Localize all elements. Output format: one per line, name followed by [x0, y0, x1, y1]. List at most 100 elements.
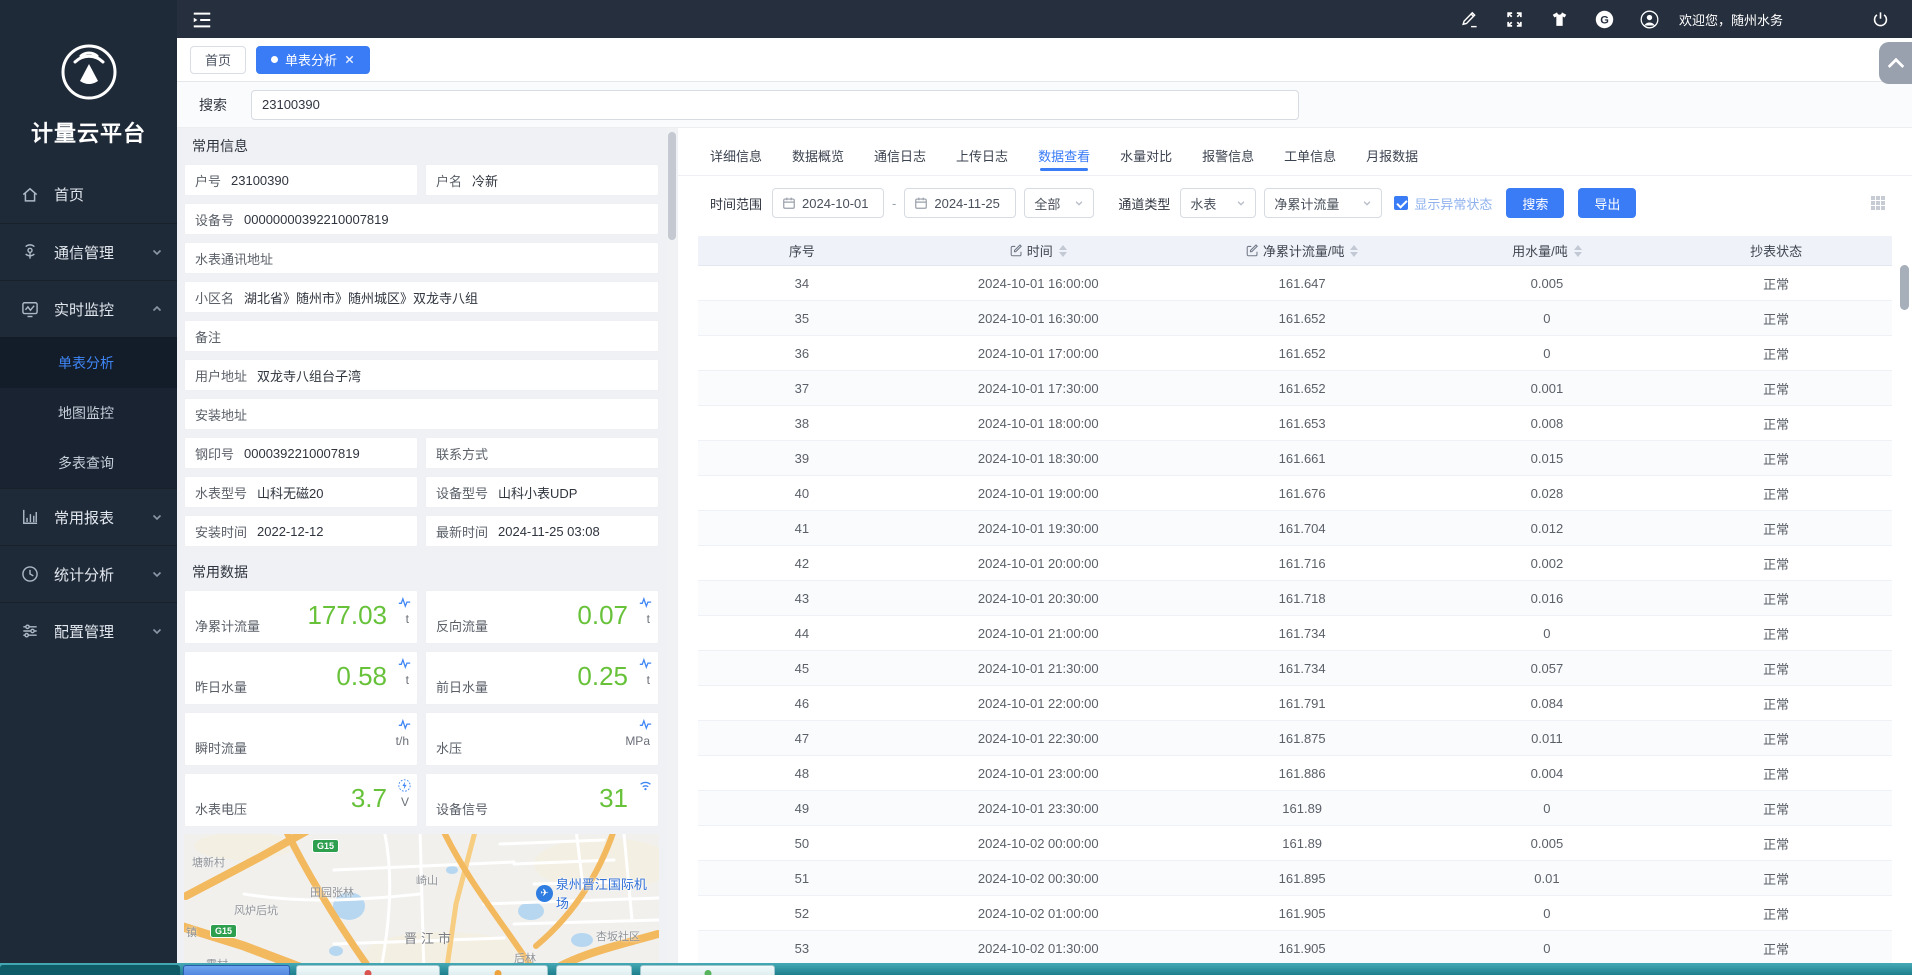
- table-row[interactable]: 502024-10-02 00:00:00161.890.005正常: [698, 826, 1892, 861]
- metric-card: t/h瞬时流量: [184, 712, 418, 766]
- table-cell: 2024-10-01 18:00:00: [906, 416, 1171, 431]
- lightning-icon: [398, 779, 411, 792]
- collapse-menu-icon[interactable]: [191, 9, 213, 29]
- search-button[interactable]: 搜索: [1506, 188, 1564, 218]
- table-row[interactable]: 442024-10-01 21:00:00161.7340正常: [698, 616, 1892, 651]
- search-input[interactable]: [251, 90, 1299, 120]
- table-row[interactable]: 402024-10-01 19:00:00161.6760.028正常: [698, 476, 1892, 511]
- table-row[interactable]: 382024-10-01 18:00:00161.6530.008正常: [698, 406, 1892, 441]
- clock-icon: [20, 564, 40, 584]
- sort-carets-icon[interactable]: [1574, 245, 1582, 257]
- avatar[interactable]: [1640, 10, 1659, 29]
- date-to-input[interactable]: 2024-11-25: [904, 188, 1016, 218]
- detail-tab-6[interactable]: 报警信息: [1202, 146, 1254, 175]
- table-row[interactable]: 472024-10-01 22:30:00161.8750.011正常: [698, 721, 1892, 756]
- detail-tab-3[interactable]: 上传日志: [956, 146, 1008, 175]
- table-row[interactable]: 372024-10-01 17:30:00161.6520.001正常: [698, 371, 1892, 406]
- sidebar-item-comm-mgmt[interactable]: 通信管理: [0, 223, 177, 280]
- detail-tab-4[interactable]: 数据查看: [1038, 146, 1090, 175]
- table-cell: 0: [1433, 906, 1660, 921]
- column-label: 净累计流量/吨: [1263, 241, 1345, 260]
- fullscreen-icon[interactable]: [1505, 10, 1524, 29]
- table-column-header[interactable]: 净累计流量/吨: [1171, 241, 1434, 260]
- granularity-select[interactable]: 全部: [1024, 188, 1094, 218]
- field-label: 安装时间: [195, 522, 247, 541]
- location-map[interactable]: 塘新村田园张林崎山风炉后坑晋江市后林杏坂社区霞村镇G15G15✈泉州晋江国际机场: [184, 834, 659, 963]
- table-row[interactable]: 362024-10-01 17:00:00161.6520正常: [698, 336, 1892, 371]
- taskbar-window-button[interactable]: [640, 965, 775, 975]
- scroll-top-button[interactable]: [1879, 42, 1912, 84]
- sort-carets-icon[interactable]: [1059, 245, 1067, 257]
- sidebar-item-realtime-monitor[interactable]: 实时监控: [0, 280, 177, 337]
- sidebar-subitem-map-monitor[interactable]: 地图监控: [0, 388, 177, 438]
- sidebar-item-statistics[interactable]: 统计分析: [0, 545, 177, 602]
- table-row[interactable]: 392024-10-01 18:30:00161.6610.015正常: [698, 441, 1892, 476]
- meter-info-panel: 常用信息 户号23100390户名冷新设备号000000003922100078…: [177, 128, 666, 963]
- taskbar-window-button[interactable]: [296, 965, 440, 975]
- sidebar-item-config[interactable]: 配置管理: [0, 602, 177, 659]
- date-from-input[interactable]: 2024-10-01: [772, 188, 884, 218]
- sidebar-subitem-single-meter-analysis[interactable]: 单表分析: [0, 338, 177, 388]
- table-cell: 48: [698, 766, 906, 781]
- google-icon[interactable]: G: [1595, 10, 1614, 29]
- metric-card: 3.7V水表电压: [184, 773, 418, 827]
- channel-select[interactable]: 水表: [1180, 188, 1256, 218]
- taskbar-window-button[interactable]: [183, 965, 290, 975]
- close-icon[interactable]: [344, 54, 355, 65]
- show-abnormal-checkbox[interactable]: 显示异常状态: [1394, 194, 1492, 213]
- table-row[interactable]: 512024-10-02 00:30:00161.8950.01正常: [698, 861, 1892, 896]
- table-column-header[interactable]: 时间: [906, 241, 1171, 260]
- table-row[interactable]: 532024-10-02 01:30:00161.9050正常: [698, 931, 1892, 966]
- open-tab-single-meter-analysis[interactable]: 单表分析: [256, 46, 370, 74]
- table-cell: 44: [698, 626, 906, 641]
- taskbar-window-button[interactable]: [556, 965, 632, 975]
- table-row[interactable]: 452024-10-01 21:30:00161.7340.057正常: [698, 651, 1892, 686]
- table-row[interactable]: 342024-10-01 16:00:00161.6470.005正常: [698, 266, 1892, 301]
- field-label: 户号: [195, 171, 221, 190]
- table-row[interactable]: 522024-10-02 01:00:00161.9050正常: [698, 896, 1892, 931]
- detail-tab-7[interactable]: 工单信息: [1284, 146, 1336, 175]
- table-cell: 正常: [1660, 624, 1892, 643]
- table-row[interactable]: 352024-10-01 16:30:00161.6520正常: [698, 301, 1892, 336]
- logout-power-icon[interactable]: [1871, 10, 1890, 29]
- table-row[interactable]: 432024-10-01 20:30:00161.7180.016正常: [698, 581, 1892, 616]
- table-row[interactable]: 422024-10-01 20:00:00161.7160.002正常: [698, 546, 1892, 581]
- channel-value: 水表: [1190, 194, 1216, 213]
- table-row[interactable]: 482024-10-01 23:00:00161.8860.004正常: [698, 756, 1892, 791]
- detail-tab-2[interactable]: 通信日志: [874, 146, 926, 175]
- metric-label: 水压: [436, 738, 462, 757]
- field-value: 00000000392210007819: [244, 212, 389, 227]
- open-tab-home[interactable]: 首页: [190, 46, 246, 74]
- sidebar-item-home[interactable]: 首页: [0, 166, 177, 223]
- sort-carets-icon[interactable]: [1350, 245, 1358, 257]
- detail-tab-0[interactable]: 详细信息: [710, 146, 762, 175]
- sidebar-item-label: 通信管理: [54, 242, 114, 263]
- detail-tabs: 详细信息 数据概览 通信日志 上传日志 数据查看 水量对比 报警信息 工单信息 月报数据: [678, 128, 1912, 176]
- sidebar-item-label: 首页: [54, 184, 84, 205]
- taskbar-window-button[interactable]: [448, 965, 548, 975]
- sidebar-subitem-multi-meter-query[interactable]: 多表查询: [0, 438, 177, 488]
- metric-card: 0.58t昨日水量: [184, 651, 418, 705]
- map-place-label: 霞村: [206, 956, 228, 963]
- metric-select[interactable]: 净累计流量: [1264, 188, 1382, 218]
- theme-icon[interactable]: [1550, 10, 1569, 29]
- sidebar-item-reports[interactable]: 常用报表: [0, 488, 177, 545]
- table-cell: 0: [1433, 801, 1660, 816]
- column-settings-icon[interactable]: [1870, 195, 1886, 211]
- map-place-label: 晋江市: [404, 928, 455, 947]
- table-cell: 2024-10-01 16:00:00: [906, 276, 1171, 291]
- table-row[interactable]: 412024-10-01 19:30:00161.7040.012正常: [698, 511, 1892, 546]
- scrollbar-thumb[interactable]: [668, 132, 676, 240]
- taskbar-window-button[interactable]: [0, 965, 180, 975]
- table-column-header[interactable]: 用水量/吨: [1433, 241, 1660, 260]
- detail-tab-1[interactable]: 数据概览: [792, 146, 844, 175]
- export-button[interactable]: 导出: [1578, 188, 1636, 218]
- table-row[interactable]: 462024-10-01 22:00:00161.7910.084正常: [698, 686, 1892, 721]
- detail-tab-8[interactable]: 月报数据: [1366, 146, 1418, 175]
- scrollbar-thumb[interactable]: [1900, 265, 1909, 310]
- table-cell: 53: [698, 941, 906, 956]
- detail-tab-5[interactable]: 水量对比: [1120, 146, 1172, 175]
- info-field-row: 安装地址: [184, 398, 659, 430]
- table-row[interactable]: 492024-10-01 23:30:00161.890正常: [698, 791, 1892, 826]
- edit-icon[interactable]: [1460, 10, 1479, 29]
